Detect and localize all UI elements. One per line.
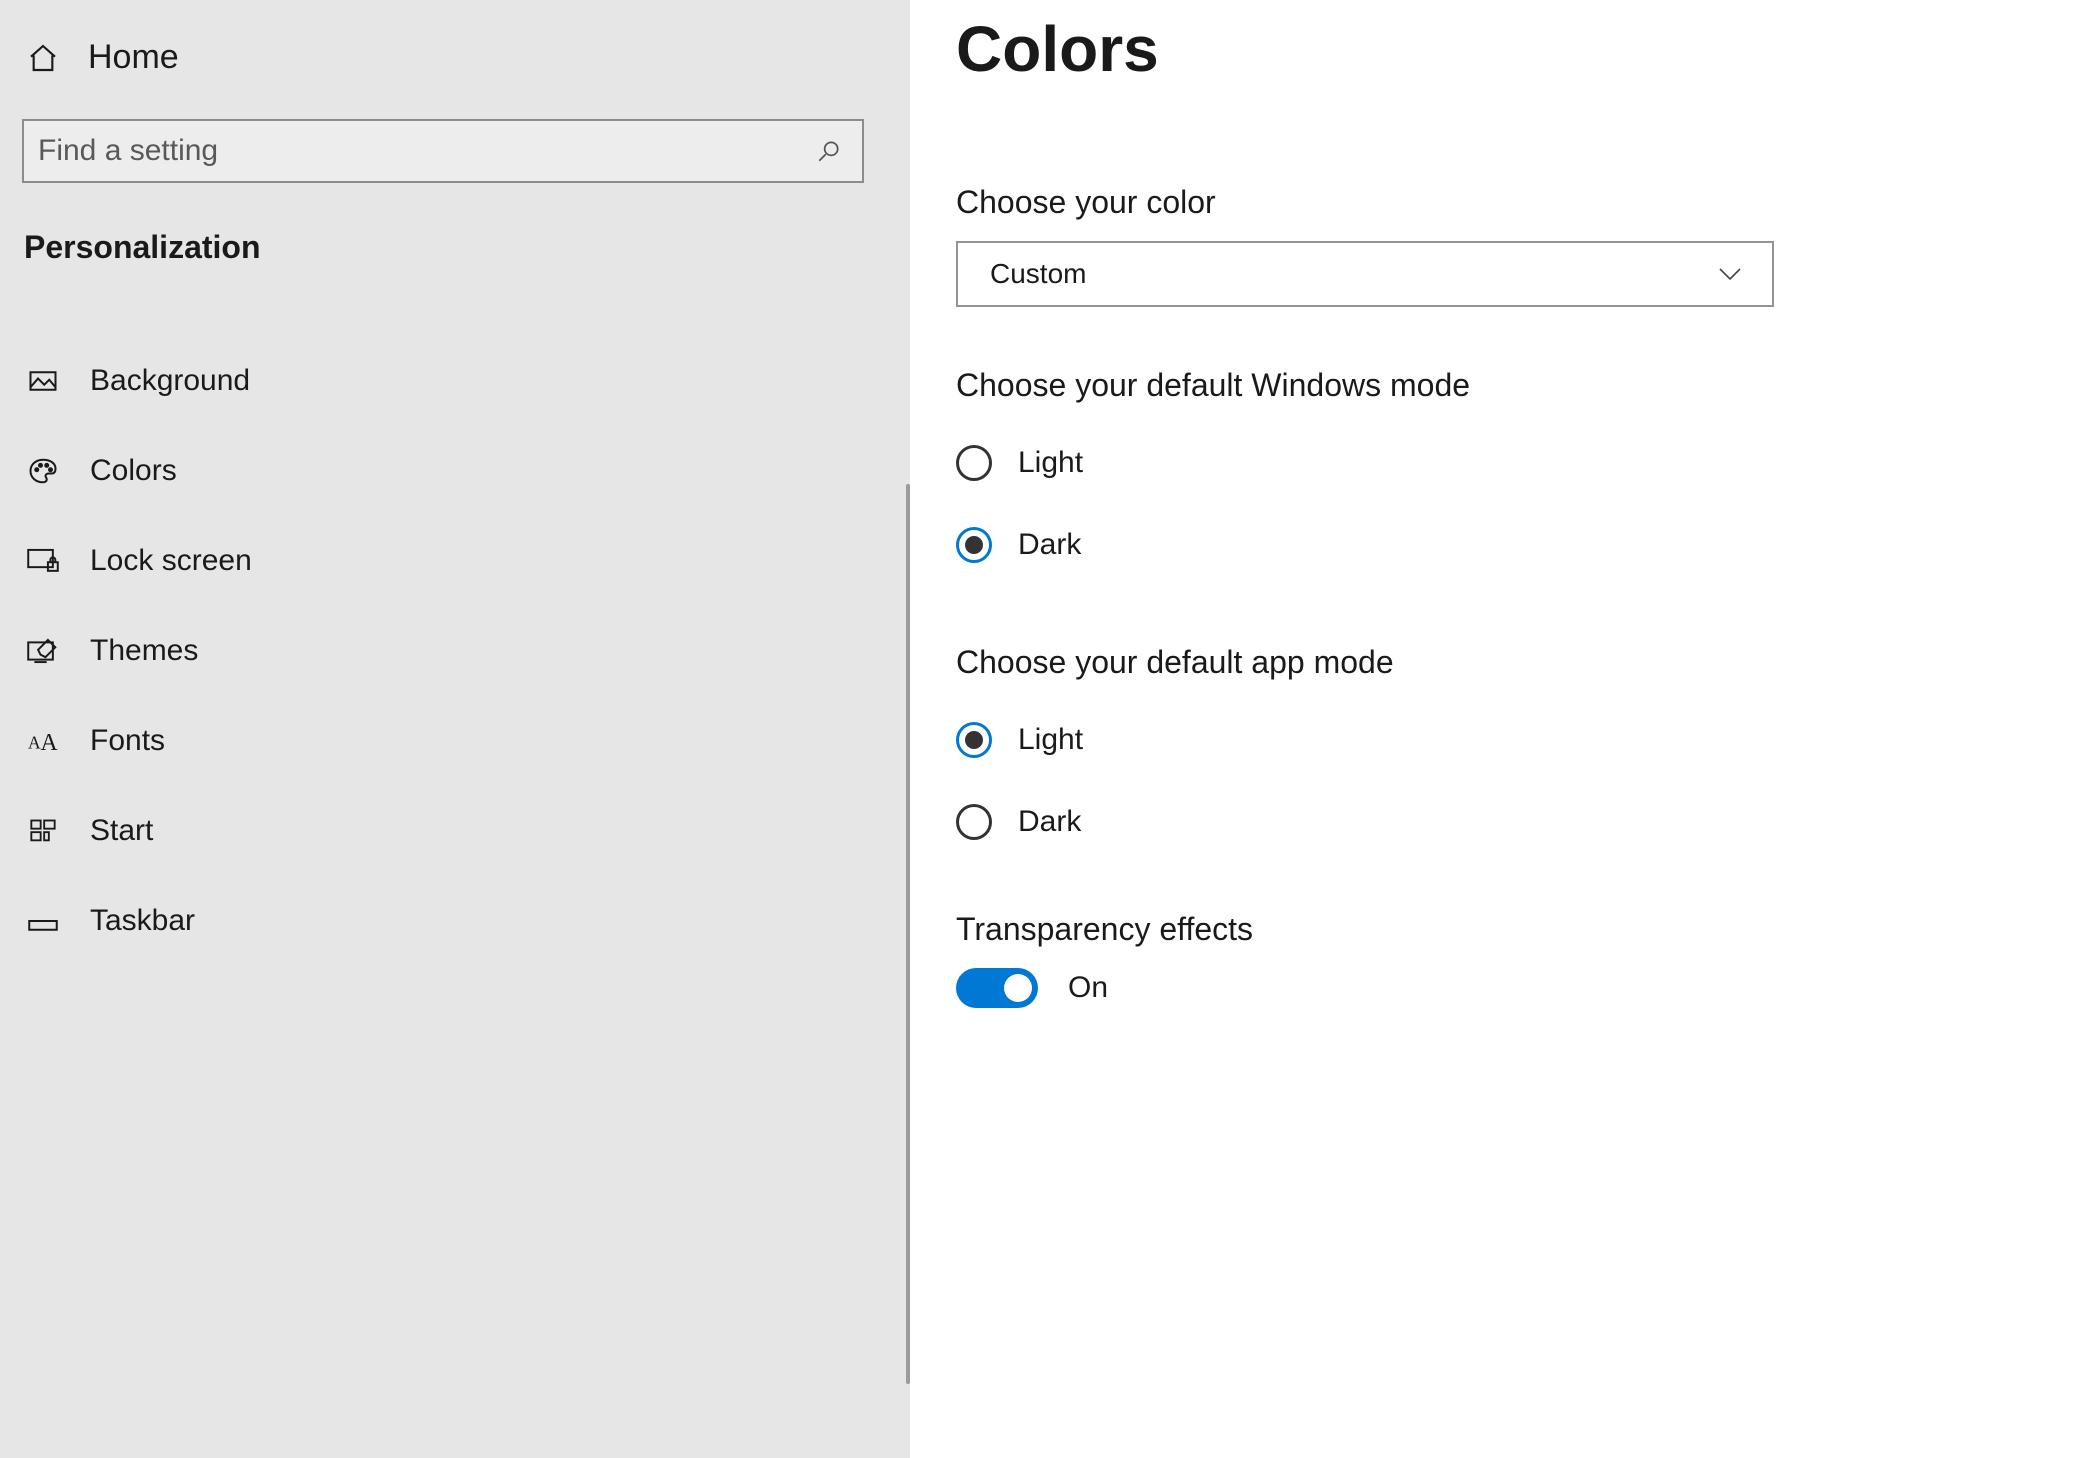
radio-unchecked-icon [956, 445, 992, 481]
page-title: Colors [956, 12, 2040, 86]
app-mode-label: Choose your default app mode [956, 644, 2040, 681]
sidebar-item-label: Taskbar [90, 904, 195, 938]
sidebar-section-title: Personalization [22, 229, 888, 266]
radio-windows-mode-dark[interactable]: Dark [956, 504, 2040, 586]
search-input-container[interactable] [22, 119, 864, 183]
sidebar-item-label: Fonts [90, 724, 165, 758]
nav-home[interactable]: Home [22, 28, 888, 101]
main-content: Colors Choose your color Custom Choose y… [910, 0, 2100, 1458]
home-icon [26, 41, 60, 75]
sidebar-item-label: Colors [90, 454, 177, 488]
search-icon [814, 136, 844, 166]
lockscreen-icon [26, 546, 60, 576]
chevron-down-icon [1718, 262, 1742, 286]
radio-windows-mode-light[interactable]: Light [956, 422, 2040, 504]
taskbar-icon [26, 909, 60, 933]
choose-color-label: Choose your color [956, 184, 2040, 221]
search-input[interactable] [38, 134, 814, 168]
sidebar-item-themes[interactable]: Themes [22, 606, 888, 696]
start-icon [26, 817, 60, 845]
radio-label: Dark [1018, 528, 1081, 562]
windows-mode-label: Choose your default Windows mode [956, 367, 2040, 404]
sidebar-scrollbar[interactable] [906, 484, 910, 1384]
radio-label: Light [1018, 723, 1083, 757]
transparency-label: Transparency effects [956, 911, 2040, 948]
sidebar-item-label: Start [90, 814, 153, 848]
sidebar: Home Personalization [0, 0, 910, 1458]
sidebar-item-colors[interactable]: Colors [22, 426, 888, 516]
themes-icon [26, 636, 60, 666]
radio-app-mode-light[interactable]: Light [956, 699, 2040, 781]
svg-text:A: A [28, 733, 41, 753]
toggle-knob [1004, 974, 1032, 1002]
sidebar-item-taskbar[interactable]: Taskbar [22, 876, 888, 966]
picture-icon [26, 366, 60, 396]
sidebar-item-background[interactable]: Background [22, 336, 888, 426]
radio-label: Dark [1018, 805, 1081, 839]
sidebar-item-lock-screen[interactable]: Lock screen [22, 516, 888, 606]
transparency-toggle[interactable] [956, 968, 1038, 1008]
radio-app-mode-dark[interactable]: Dark [956, 781, 2040, 863]
radio-label: Light [1018, 446, 1083, 480]
fonts-icon: A A [26, 727, 60, 755]
choose-color-value: Custom [990, 258, 1086, 290]
transparency-state-label: On [1068, 971, 1108, 1005]
radio-checked-icon [956, 722, 992, 758]
sidebar-item-label: Lock screen [90, 544, 252, 578]
sidebar-item-start[interactable]: Start [22, 786, 888, 876]
sidebar-item-label: Themes [90, 634, 198, 668]
sidebar-item-fonts[interactable]: A A Fonts [22, 696, 888, 786]
nav-home-label: Home [88, 38, 179, 77]
radio-unchecked-icon [956, 804, 992, 840]
radio-checked-icon [956, 527, 992, 563]
palette-icon [26, 456, 60, 486]
sidebar-item-label: Background [90, 364, 250, 398]
svg-text:A: A [41, 730, 58, 755]
choose-color-select[interactable]: Custom [956, 241, 1774, 307]
